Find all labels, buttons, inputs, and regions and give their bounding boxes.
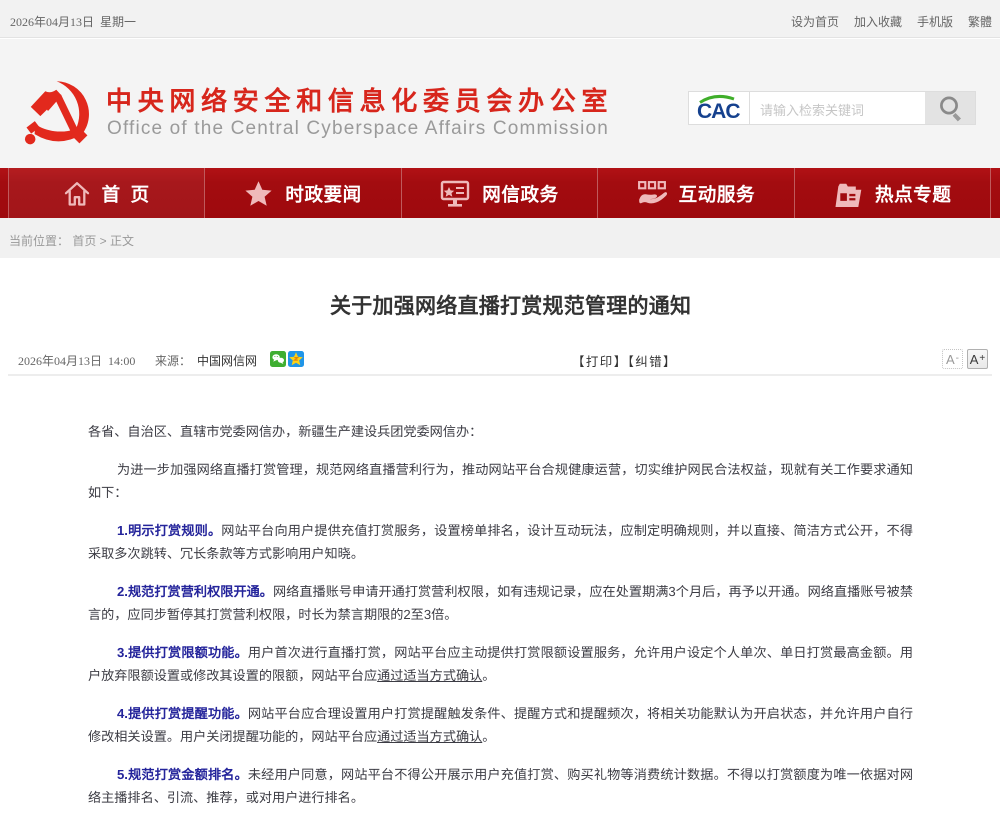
svg-text:CAC: CAC — [697, 100, 740, 123]
